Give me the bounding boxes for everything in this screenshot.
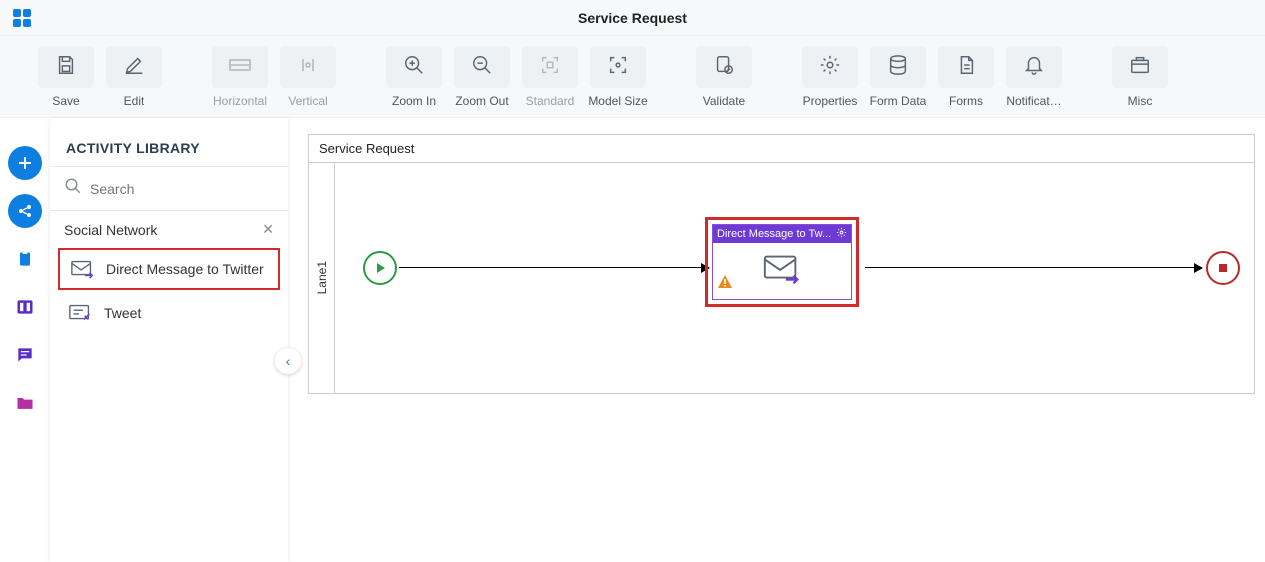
direct-message-icon: [70, 258, 96, 280]
main-area: ACTIVITY LIBRARY Social Network ✕ Direct…: [0, 118, 1265, 562]
vertical-button[interactable]: Vertical: [278, 46, 338, 108]
toolbar: Save Edit Horizontal Vertical Zoom In Zo…: [0, 36, 1265, 118]
zoom-in-label: Zoom In: [392, 94, 436, 108]
horizontal-button[interactable]: Horizontal: [210, 46, 270, 108]
activity-node-highlight: Direct Message to Tw...: [705, 217, 859, 307]
vertical-label: Vertical: [288, 94, 327, 108]
rail-chat-button[interactable]: [8, 338, 42, 372]
page-title: Service Request: [44, 10, 1221, 26]
sequence-flow[interactable]: [399, 267, 709, 268]
forms-button[interactable]: Forms: [936, 46, 996, 108]
save-button[interactable]: Save: [36, 46, 96, 108]
zoom-in-icon: [403, 54, 425, 81]
edit-label: Edit: [124, 94, 145, 108]
horizontal-layout-icon: [228, 56, 252, 79]
database-icon: [887, 54, 909, 81]
save-label: Save: [52, 94, 79, 108]
process-canvas[interactable]: Service Request Lane1 Direct Message to …: [308, 134, 1255, 394]
sequence-flow[interactable]: [865, 267, 1202, 268]
arrow-icon: [1194, 263, 1203, 273]
zoom-out-button[interactable]: Zoom Out: [452, 46, 512, 108]
horizontal-label: Horizontal: [213, 94, 267, 108]
group-header: Social Network ✕: [50, 211, 288, 246]
library-item-tweet[interactable]: Tweet: [58, 294, 280, 332]
misc-button[interactable]: Misc: [1110, 46, 1170, 108]
document-icon: [955, 54, 977, 81]
validate-icon: [713, 54, 735, 81]
activity-node-header: Direct Message to Tw...: [713, 225, 851, 243]
zoom-standard-icon: [539, 54, 561, 81]
forms-label: Forms: [949, 94, 983, 108]
bell-icon: [1023, 54, 1045, 81]
zoom-out-label: Zoom Out: [455, 94, 508, 108]
notifications-button[interactable]: Notificat…: [1004, 46, 1064, 108]
misc-label: Misc: [1128, 94, 1153, 108]
library-item-label: Tweet: [104, 305, 141, 321]
misc-icon: [1129, 54, 1151, 81]
rail-columns-button[interactable]: [8, 290, 42, 324]
properties-button[interactable]: Properties: [800, 46, 860, 108]
rail-add-button[interactable]: [8, 146, 42, 180]
rail-share-button[interactable]: [8, 194, 42, 228]
start-event-node[interactable]: [363, 251, 397, 285]
search-input[interactable]: [90, 181, 274, 197]
activity-node-title: Direct Message to Tw...: [717, 228, 831, 240]
validate-label: Validate: [703, 94, 745, 108]
notifications-label: Notificat…: [1006, 94, 1061, 108]
lane-label[interactable]: Lane1: [309, 163, 335, 393]
lane: Lane1 Direct Message to Tw...: [309, 163, 1254, 393]
zoom-out-icon: [471, 54, 493, 81]
warning-icon: [717, 274, 733, 295]
close-icon[interactable]: ✕: [262, 221, 274, 238]
zoom-standard-button[interactable]: Standard: [520, 46, 580, 108]
zoom-in-button[interactable]: Zoom In: [384, 46, 444, 108]
gear-icon: [819, 54, 841, 81]
library-item-label: Direct Message to Twitter: [106, 261, 264, 277]
lane-body[interactable]: Direct Message to Tw...: [335, 163, 1254, 393]
form-data-label: Form Data: [870, 94, 927, 108]
activity-library-panel: ACTIVITY LIBRARY Social Network ✕ Direct…: [50, 118, 288, 562]
gear-icon[interactable]: [836, 227, 847, 241]
library-item-direct-message[interactable]: Direct Message to Twitter: [58, 248, 280, 290]
search-row: [50, 167, 288, 211]
rail-clipboard-button[interactable]: [8, 242, 42, 276]
tweet-icon: [68, 302, 94, 324]
model-size-button[interactable]: Model Size: [588, 46, 648, 108]
left-rail: [0, 118, 50, 562]
zoom-standard-label: Standard: [526, 94, 575, 108]
group-title: Social Network: [64, 222, 157, 238]
pencil-icon: [123, 54, 145, 81]
process-name[interactable]: Service Request: [309, 135, 1254, 163]
form-data-button[interactable]: Form Data: [868, 46, 928, 108]
rail-folder-button[interactable]: [8, 386, 42, 420]
vertical-layout-icon: [296, 56, 320, 79]
canvas-wrap: Service Request Lane1 Direct Message to …: [288, 118, 1265, 562]
model-size-icon: [607, 54, 629, 81]
activity-node[interactable]: Direct Message to Tw...: [712, 224, 852, 300]
sidebar-title: ACTIVITY LIBRARY: [50, 118, 288, 167]
edit-button[interactable]: Edit: [104, 46, 164, 108]
save-icon: [55, 54, 77, 81]
end-event-node[interactable]: [1206, 251, 1240, 285]
properties-label: Properties: [803, 94, 858, 108]
validate-button[interactable]: Validate: [694, 46, 754, 108]
search-icon: [64, 177, 82, 200]
app-logo-icon[interactable]: [0, 8, 44, 28]
activity-node-body: [713, 243, 851, 299]
model-size-label: Model Size: [588, 94, 647, 108]
app-header: Service Request: [0, 0, 1265, 36]
direct-message-icon: [761, 252, 803, 291]
